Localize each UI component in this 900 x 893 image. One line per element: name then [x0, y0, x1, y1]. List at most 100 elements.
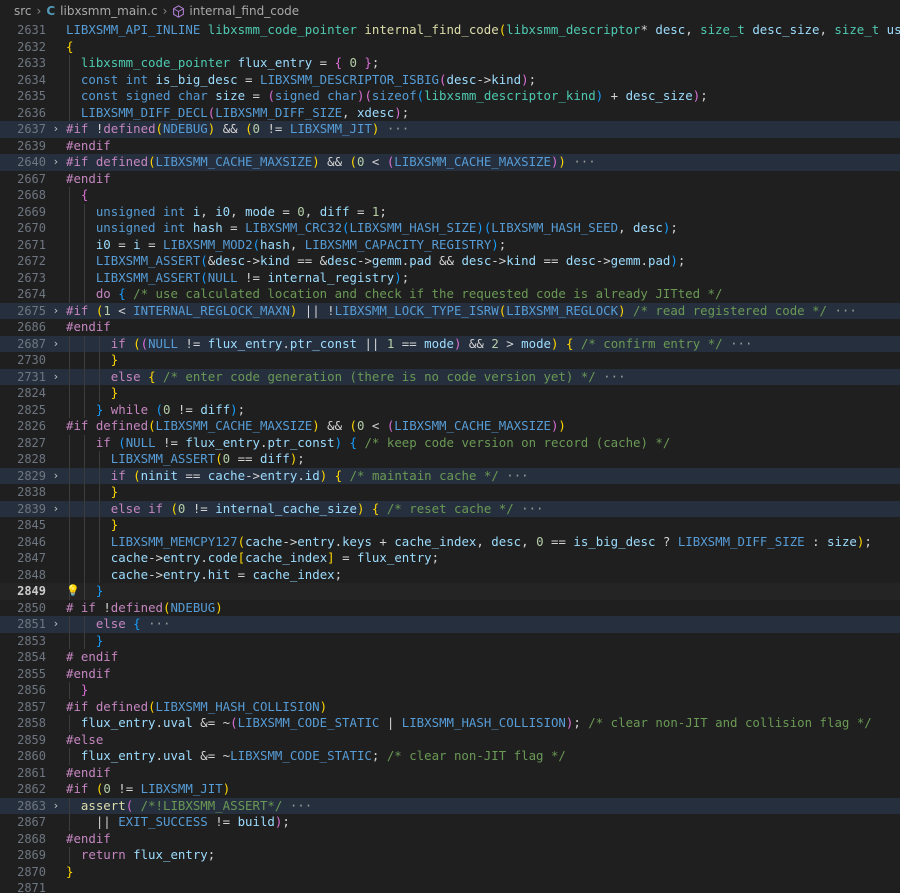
code-line[interactable]: 2667 #endif [0, 171, 900, 188]
code-line[interactable]: 2828 LIBXSMM_ASSERT(0 == diff); [0, 451, 900, 468]
code-line[interactable]: 2673 LIBXSMM_ASSERT(NULL != internal_reg… [0, 269, 900, 286]
code-token: entry [163, 550, 201, 565]
code-text: else { /* enter code generation (there i… [66, 369, 626, 386]
folded-ellipsis[interactable]: ··· [499, 468, 528, 483]
code-line[interactable]: 2845 } [0, 517, 900, 534]
folded-ellipsis[interactable]: ··· [514, 501, 543, 516]
code-line[interactable]: 2636 LIBXSMM_DIFF_DECL(LIBXSMM_DIFF_SIZE… [0, 104, 900, 121]
code-line[interactable]: 2867 || EXIT_SUCCESS != build); [0, 814, 900, 831]
code-line[interactable]: 2850 # if !defined(NDEBUG) [0, 600, 900, 617]
breadcrumb-symbol[interactable]: internal_find_code [189, 4, 299, 18]
code-line[interactable]: 2870} [0, 864, 900, 881]
code-line[interactable]: 2730 } [0, 352, 900, 369]
code-line[interactable]: 2871 [0, 880, 900, 893]
fold-chevron-icon[interactable]: › [51, 154, 61, 171]
code-line[interactable]: 2672 LIBXSMM_ASSERT(&desc->kind == &desc… [0, 253, 900, 270]
code-line[interactable]: 2857 #if defined(LIBXSMM_HASH_COLLISION) [0, 699, 900, 716]
code-line[interactable]: 2637 › #if !defined(NDEBUG) && (0 != LIBXS… [0, 121, 900, 138]
folded-ellipsis[interactable]: ··· [596, 369, 625, 384]
code-token: * [640, 22, 656, 37]
fold-chevron-icon[interactable]: › [51, 121, 61, 138]
lightbulb-icon[interactable]: 💡 [66, 584, 80, 597]
code-line[interactable]: 2824 } [0, 385, 900, 402]
code-line[interactable]: 2634 const int is_big_desc = LIBXSMM_DES… [0, 71, 900, 88]
code-token: gemm [371, 253, 402, 268]
code-line[interactable]: 2674 do { /* use calculated location and… [0, 286, 900, 303]
code-text: { [66, 39, 73, 56]
code-line[interactable]: 2631 LIBXSMM_API_INLINE libxsmm_code_poin… [0, 22, 900, 39]
code-line[interactable]: 2668 { [0, 187, 900, 204]
code-line[interactable]: 2731 › else { /* enter code generation (t… [0, 368, 900, 386]
code-line[interactable]: 2639 #endif [0, 138, 900, 155]
fold-chevron-icon[interactable]: › [51, 468, 61, 485]
fold-chevron-icon[interactable]: › [51, 303, 61, 320]
code-line[interactable]: 2839 › else if (0 != internal_cache_size)… [0, 500, 900, 518]
code-token: /* use calculated location and check if … [133, 286, 723, 301]
code-line[interactable]: 2860 flux_entry.uval &= ~LIBXSMM_CODE_ST… [0, 748, 900, 765]
folded-ellipsis[interactable]: ··· [723, 336, 752, 351]
folded-ellipsis[interactable]: ··· [282, 798, 312, 813]
code-line[interactable]: 2863 › assert( /*!LIBXSMM_ASSERT*/ ··· [0, 797, 900, 815]
fold-chevron-icon[interactable]: › [51, 798, 61, 815]
code-token: keys [342, 533, 372, 549]
code-line[interactable]: 2827 if (NULL != flux_entry.ptr_const) {… [0, 434, 900, 451]
code-line[interactable]: 2862 #if (0 != LIBXSMM_JIT) [0, 781, 900, 798]
code-token: . [334, 533, 343, 549]
code-line[interactable]: 2855 #endif [0, 666, 900, 683]
line-number: 2731 [17, 369, 46, 384]
code-line[interactable]: 2868 #endif [0, 831, 900, 848]
code-line[interactable]: 2826 #if defined(LIBXSMM_CACHE_MAXSIZE) &… [0, 418, 900, 435]
fold-chevron-icon[interactable]: › [51, 501, 61, 518]
code-line[interactable]: 2858 flux_entry.uval &= ~(LIBXSMM_CODE_S… [0, 715, 900, 732]
breadcrumb-file[interactable]: libxsmm_main.c [60, 4, 157, 18]
code-line[interactable]: 2669 unsigned int i, i0, mode = 0, diff … [0, 203, 900, 220]
code-token: = [110, 236, 134, 252]
code-line[interactable]: 2632 { [0, 39, 900, 56]
code-line[interactable]: 2846 LIBXSMM_MEMCPY127(cache->entry.keys… [0, 533, 900, 550]
code-token: else if [110, 500, 171, 516]
code-line[interactable]: 2633 libxsmm_code_pointer flux_entry = {… [0, 55, 900, 72]
code-text: } [66, 682, 88, 699]
code-line[interactable]: 2635 const signed char size = (signed ch… [0, 88, 900, 105]
code-line[interactable]: 2687 › if ((NULL != flux_entry.ptr_const … [0, 335, 900, 353]
code-text: const signed char size = (signed char)(s… [66, 88, 708, 105]
code-line[interactable]: 2851 › else { ··· [0, 616, 900, 633]
code-line[interactable]: 2859 #else [0, 732, 900, 749]
code-line[interactable]: 2675 › #if (1 < INTERNAL_REGLOCK_MAXN) || … [0, 302, 900, 320]
code-line[interactable]: 2854 # endif [0, 649, 900, 666]
code-line[interactable]: 2869 return flux_entry; [0, 847, 900, 864]
code-line[interactable]: 2847 cache->entry.code[cache_index] = fl… [0, 550, 900, 567]
code-token: user_size [886, 22, 900, 37]
code-token: ( [349, 154, 357, 169]
fold-chevron-icon[interactable]: › [51, 616, 61, 633]
code-line[interactable]: 2825 } while (0 != diff); [0, 401, 900, 418]
folded-ellipsis[interactable]: ··· [566, 154, 595, 169]
code-line[interactable]: 2670 unsigned int hash = LIBXSMM_CRC32(L… [0, 220, 900, 237]
code-line[interactable]: 2849 } 💡 [0, 583, 900, 600]
code-token: ] [327, 550, 335, 565]
code-line[interactable]: 2829 › if (ninit == cache->entry.id) { /*… [0, 467, 900, 485]
code-line[interactable]: 2853 } [0, 632, 900, 649]
folded-ellipsis[interactable]: ··· [141, 616, 170, 631]
code-line[interactable]: 2848 cache->entry.hit = cache_index; [0, 566, 900, 583]
code-token: assert [80, 797, 126, 813]
code-line[interactable]: 2671 i0 = i = LIBXSMM_MOD2(hash, LIBXSMM… [0, 236, 900, 253]
code-token: ; [528, 71, 537, 87]
fold-chevron-icon[interactable]: › [51, 336, 61, 353]
line-number: 2839 [17, 501, 46, 516]
code-line[interactable]: 2686 #endif [0, 319, 900, 336]
code-line[interactable]: 2838 } [0, 484, 900, 501]
code-token: = [312, 55, 335, 70]
code-token: desc [655, 22, 686, 37]
folded-ellipsis[interactable]: ··· [379, 121, 409, 136]
code-line[interactable]: 2640 › #if defined(LIBXSMM_CACHE_MAXSIZE) … [0, 154, 900, 171]
code-token: #else [66, 731, 104, 747]
code-line[interactable]: 2856 } [0, 682, 900, 699]
code-editor[interactable]: 2631 LIBXSMM_API_INLINE libxsmm_code_poin… [0, 22, 900, 893]
breadcrumb-folder[interactable]: src [14, 4, 32, 18]
code-token: ) [222, 781, 231, 796]
folded-ellipsis[interactable]: ··· [827, 303, 856, 318]
fold-chevron-icon[interactable]: › [51, 369, 61, 386]
code-line[interactable]: 2861 #endif [0, 765, 900, 782]
